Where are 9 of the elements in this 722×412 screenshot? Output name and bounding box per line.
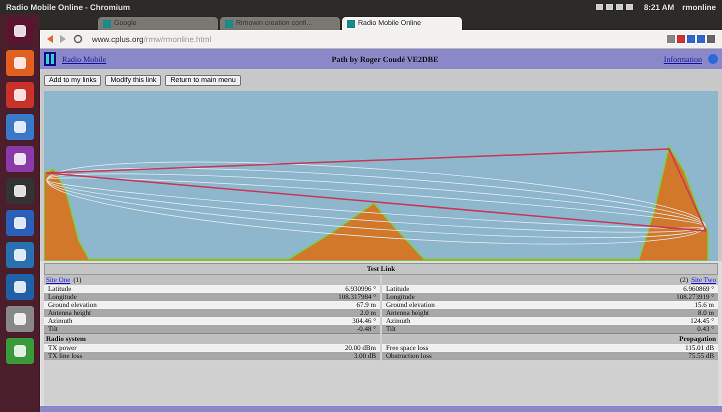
logo-icon — [44, 52, 56, 66]
window-title: Radio Mobile Online - Chromium — [6, 2, 130, 12]
information-link[interactable]: Information — [664, 54, 702, 64]
status-indicators-icon[interactable] — [596, 3, 636, 11]
clock[interactable]: 8:21 AM — [644, 2, 674, 12]
user-name[interactable]: rmonline — [682, 2, 716, 12]
page-title: Path by Roger Coudé VE2DBE — [330, 54, 440, 64]
home-link[interactable]: Radio Mobile — [62, 54, 106, 64]
extension-icons[interactable] — [666, 34, 716, 44]
